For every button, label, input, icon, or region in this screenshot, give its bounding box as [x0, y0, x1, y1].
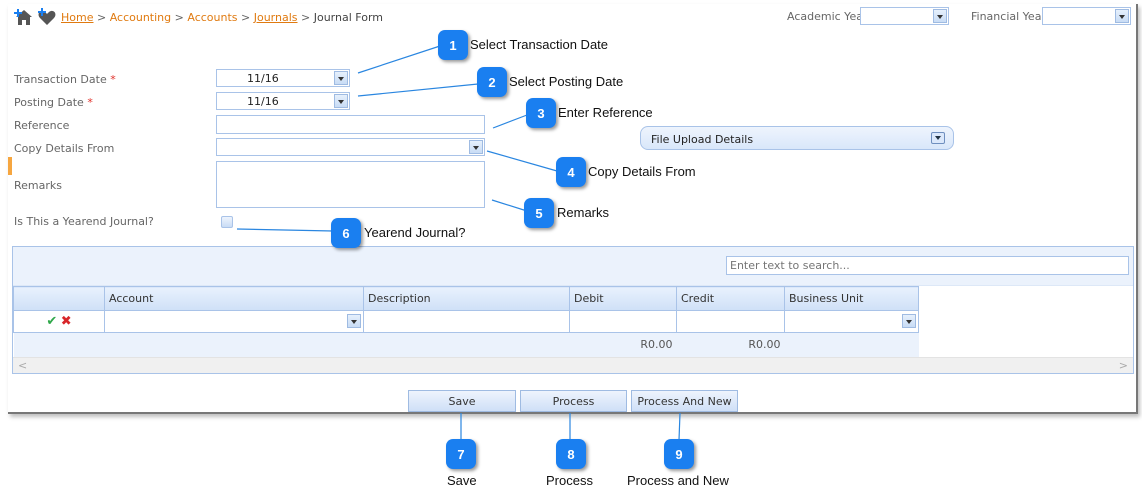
callout-text-6: Yearend Journal? [364, 225, 466, 240]
grid-header-row: Account Description Debit Credit Busines… [13, 286, 919, 311]
callout-text-7: Save [447, 473, 477, 488]
remarks-label: Remarks [14, 179, 62, 192]
callout-badge-2: 2 [477, 67, 507, 97]
copy-details-from-label: Copy Details From [14, 142, 115, 155]
description-cell[interactable] [363, 310, 570, 333]
required-marker: * [110, 73, 116, 86]
chevron-down-icon[interactable] [334, 71, 348, 85]
breadcrumb-home[interactable]: Home [61, 11, 93, 24]
favorite-heart-icon[interactable] [37, 8, 57, 29]
yearend-checkbox[interactable] [221, 216, 233, 228]
breadcrumb-current: Journal Form [313, 11, 383, 24]
column-header-actions [13, 286, 105, 311]
chevron-down-icon[interactable] [902, 314, 916, 328]
cancel-x-icon[interactable]: ✖ [61, 314, 72, 329]
reference-label: Reference [14, 119, 70, 132]
grid-table: Account Description Debit Credit Busines… [13, 286, 919, 357]
process-button[interactable]: Process [520, 390, 627, 412]
callout-text-5: Remarks [557, 205, 610, 220]
academic-year-select[interactable] [860, 7, 949, 25]
breadcrumb-accounting[interactable]: Accounting [110, 11, 171, 24]
reference-input[interactable] [216, 115, 485, 134]
grid-search-input[interactable] [726, 256, 1129, 275]
callout-badge-7: 7 [446, 439, 476, 469]
callout-badge-5: 5 [524, 198, 554, 228]
chevron-down-icon[interactable] [469, 140, 483, 154]
callout-text-4: Copy Details From [588, 164, 696, 179]
chevron-down-icon[interactable] [1115, 9, 1129, 23]
callout-badge-8: 8 [556, 439, 586, 469]
active-row-indicator [8, 157, 12, 175]
file-upload-title: File Upload Details [651, 133, 754, 146]
chevron-down-icon[interactable] [347, 314, 361, 328]
callout-badge-1: 1 [438, 30, 468, 60]
grid-toolbar [13, 247, 1133, 286]
posting-date-label: Posting Date * [14, 96, 93, 109]
column-header-account[interactable]: Account [104, 286, 364, 311]
callout-badge-4: 4 [556, 157, 586, 187]
callout-text-8: Process [546, 473, 593, 488]
credit-cell[interactable] [676, 310, 785, 333]
breadcrumb-journals[interactable]: Journals [254, 11, 298, 24]
callout-text-2: Select Posting Date [509, 74, 624, 89]
breadcrumb: Home > Accounting > Accounts > Journals … [61, 11, 383, 24]
callout-badge-6: 6 [331, 218, 361, 248]
callout-line-9 [678, 412, 681, 441]
save-button[interactable]: Save [408, 390, 516, 412]
callout-badge-3: 3 [526, 98, 556, 128]
debit-cell[interactable] [569, 310, 677, 333]
financial-year-label: Financial Year [971, 10, 1046, 23]
scroll-right-icon[interactable]: > [1119, 359, 1128, 372]
journal-lines-grid: Account Description Debit Credit Busines… [12, 246, 1134, 374]
account-cell[interactable] [104, 310, 364, 333]
financial-year-select[interactable] [1042, 7, 1131, 25]
academic-year-label: Academic Year [787, 10, 868, 23]
chevron-down-icon[interactable] [933, 9, 947, 23]
breadcrumb-separator: > [241, 11, 251, 24]
expand-icon[interactable] [931, 132, 945, 144]
business-unit-cell[interactable] [784, 310, 919, 333]
callout-text-3: Enter Reference [558, 105, 653, 120]
callout-text-1: Select Transaction Date [470, 37, 609, 52]
debit-total: R0.00 [569, 332, 677, 357]
callout-text-9: Process and New [627, 473, 729, 488]
column-header-description[interactable]: Description [363, 286, 570, 311]
breadcrumb-separator: > [301, 11, 311, 24]
breadcrumb-separator: > [96, 11, 107, 24]
callout-badge-9: 9 [664, 439, 694, 469]
grid-footer-row: R0.00 R0.00 [13, 332, 919, 357]
breadcrumb-separator: > [174, 11, 184, 24]
remarks-textarea[interactable] [216, 161, 485, 208]
column-header-debit[interactable]: Debit [569, 286, 677, 311]
column-header-business-unit[interactable]: Business Unit [784, 286, 919, 311]
scroll-left-icon[interactable]: < [18, 359, 27, 372]
row-actions: ✔ ✖ [13, 310, 105, 333]
column-header-credit[interactable]: Credit [676, 286, 785, 311]
posting-date-picker[interactable]: 11/16 [216, 92, 350, 110]
process-and-new-button[interactable]: Process And New [631, 390, 738, 412]
horizontal-scrollbar[interactable]: < > [13, 357, 1133, 373]
required-marker: * [87, 96, 93, 109]
credit-total: R0.00 [676, 332, 785, 357]
transaction-date-label: Transaction Date * [14, 73, 116, 86]
chevron-down-icon[interactable] [334, 94, 348, 108]
breadcrumb-accounts[interactable]: Accounts [187, 11, 237, 24]
yearend-label: Is This a Yearend Journal? [14, 215, 154, 228]
file-upload-details-panel[interactable]: File Upload Details [640, 126, 954, 150]
transaction-date-picker[interactable]: 11/16 [216, 69, 350, 87]
accept-check-icon[interactable]: ✔ [46, 314, 57, 329]
table-row: ✔ ✖ [13, 310, 919, 333]
home-icon[interactable] [14, 8, 34, 29]
copy-details-from-select[interactable] [216, 138, 485, 156]
